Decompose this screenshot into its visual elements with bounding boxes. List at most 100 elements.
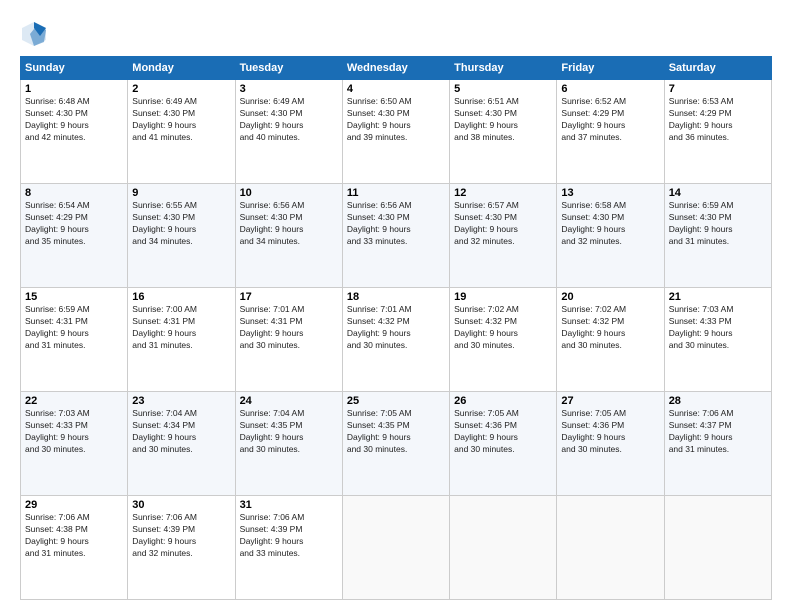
calendar-cell: 24Sunrise: 7:04 AMSunset: 4:35 PMDayligh…	[235, 392, 342, 496]
calendar-cell: 8Sunrise: 6:54 AMSunset: 4:29 PMDaylight…	[21, 184, 128, 288]
day-number: 13	[561, 187, 659, 199]
cell-info: Sunrise: 7:02 AMSunset: 4:32 PMDaylight:…	[454, 304, 519, 350]
calendar-cell: 17Sunrise: 7:01 AMSunset: 4:31 PMDayligh…	[235, 288, 342, 392]
calendar-cell: 19Sunrise: 7:02 AMSunset: 4:32 PMDayligh…	[450, 288, 557, 392]
day-number: 18	[347, 291, 445, 303]
day-number: 17	[240, 291, 338, 303]
calendar-table: SundayMondayTuesdayWednesdayThursdayFrid…	[20, 56, 772, 600]
calendar-cell	[557, 496, 664, 600]
cell-info: Sunrise: 7:04 AMSunset: 4:35 PMDaylight:…	[240, 408, 305, 454]
cell-info: Sunrise: 7:06 AMSunset: 4:39 PMDaylight:…	[240, 512, 305, 558]
day-number: 15	[25, 291, 123, 303]
day-number: 21	[669, 291, 767, 303]
day-number: 12	[454, 187, 552, 199]
day-header-wednesday: Wednesday	[342, 57, 449, 80]
day-number: 1	[25, 83, 123, 95]
calendar-cell: 28Sunrise: 7:06 AMSunset: 4:37 PMDayligh…	[664, 392, 771, 496]
cell-info: Sunrise: 6:54 AMSunset: 4:29 PMDaylight:…	[25, 200, 90, 246]
day-number: 20	[561, 291, 659, 303]
calendar-cell: 13Sunrise: 6:58 AMSunset: 4:30 PMDayligh…	[557, 184, 664, 288]
cell-info: Sunrise: 6:53 AMSunset: 4:29 PMDaylight:…	[669, 96, 734, 142]
calendar-cell: 31Sunrise: 7:06 AMSunset: 4:39 PMDayligh…	[235, 496, 342, 600]
calendar-cell: 9Sunrise: 6:55 AMSunset: 4:30 PMDaylight…	[128, 184, 235, 288]
calendar-cell: 25Sunrise: 7:05 AMSunset: 4:35 PMDayligh…	[342, 392, 449, 496]
cell-info: Sunrise: 7:02 AMSunset: 4:32 PMDaylight:…	[561, 304, 626, 350]
calendar-cell: 27Sunrise: 7:05 AMSunset: 4:36 PMDayligh…	[557, 392, 664, 496]
day-number: 31	[240, 499, 338, 511]
header	[20, 16, 772, 48]
calendar-cell	[342, 496, 449, 600]
day-number: 11	[347, 187, 445, 199]
day-number: 10	[240, 187, 338, 199]
day-number: 3	[240, 83, 338, 95]
day-number: 29	[25, 499, 123, 511]
cell-info: Sunrise: 7:03 AMSunset: 4:33 PMDaylight:…	[25, 408, 90, 454]
logo	[20, 20, 52, 48]
day-number: 9	[132, 187, 230, 199]
calendar-cell: 1Sunrise: 6:48 AMSunset: 4:30 PMDaylight…	[21, 80, 128, 184]
day-number: 25	[347, 395, 445, 407]
day-number: 28	[669, 395, 767, 407]
day-header-thursday: Thursday	[450, 57, 557, 80]
calendar-cell: 26Sunrise: 7:05 AMSunset: 4:36 PMDayligh…	[450, 392, 557, 496]
cell-info: Sunrise: 7:01 AMSunset: 4:31 PMDaylight:…	[240, 304, 305, 350]
day-number: 6	[561, 83, 659, 95]
calendar-cell: 15Sunrise: 6:59 AMSunset: 4:31 PMDayligh…	[21, 288, 128, 392]
calendar-cell: 7Sunrise: 6:53 AMSunset: 4:29 PMDaylight…	[664, 80, 771, 184]
cell-info: Sunrise: 7:06 AMSunset: 4:37 PMDaylight:…	[669, 408, 734, 454]
day-number: 27	[561, 395, 659, 407]
day-header-saturday: Saturday	[664, 57, 771, 80]
calendar-cell: 30Sunrise: 7:06 AMSunset: 4:39 PMDayligh…	[128, 496, 235, 600]
cell-info: Sunrise: 6:56 AMSunset: 4:30 PMDaylight:…	[240, 200, 305, 246]
day-number: 7	[669, 83, 767, 95]
day-number: 14	[669, 187, 767, 199]
calendar-cell: 12Sunrise: 6:57 AMSunset: 4:30 PMDayligh…	[450, 184, 557, 288]
cell-info: Sunrise: 6:50 AMSunset: 4:30 PMDaylight:…	[347, 96, 412, 142]
day-number: 22	[25, 395, 123, 407]
day-number: 16	[132, 291, 230, 303]
calendar-cell	[664, 496, 771, 600]
cell-info: Sunrise: 6:52 AMSunset: 4:29 PMDaylight:…	[561, 96, 626, 142]
cell-info: Sunrise: 7:00 AMSunset: 4:31 PMDaylight:…	[132, 304, 197, 350]
day-number: 8	[25, 187, 123, 199]
calendar-cell: 14Sunrise: 6:59 AMSunset: 4:30 PMDayligh…	[664, 184, 771, 288]
cell-info: Sunrise: 6:51 AMSunset: 4:30 PMDaylight:…	[454, 96, 519, 142]
calendar-cell: 3Sunrise: 6:49 AMSunset: 4:30 PMDaylight…	[235, 80, 342, 184]
cell-info: Sunrise: 7:06 AMSunset: 4:38 PMDaylight:…	[25, 512, 90, 558]
day-header-friday: Friday	[557, 57, 664, 80]
page: SundayMondayTuesdayWednesdayThursdayFrid…	[0, 0, 792, 612]
day-header-sunday: Sunday	[21, 57, 128, 80]
calendar-cell: 6Sunrise: 6:52 AMSunset: 4:29 PMDaylight…	[557, 80, 664, 184]
cell-info: Sunrise: 7:05 AMSunset: 4:36 PMDaylight:…	[561, 408, 626, 454]
calendar-cell: 16Sunrise: 7:00 AMSunset: 4:31 PMDayligh…	[128, 288, 235, 392]
calendar-cell	[450, 496, 557, 600]
cell-info: Sunrise: 6:59 AMSunset: 4:30 PMDaylight:…	[669, 200, 734, 246]
calendar-cell: 5Sunrise: 6:51 AMSunset: 4:30 PMDaylight…	[450, 80, 557, 184]
cell-info: Sunrise: 7:03 AMSunset: 4:33 PMDaylight:…	[669, 304, 734, 350]
calendar-cell: 11Sunrise: 6:56 AMSunset: 4:30 PMDayligh…	[342, 184, 449, 288]
calendar-cell: 18Sunrise: 7:01 AMSunset: 4:32 PMDayligh…	[342, 288, 449, 392]
calendar-cell: 22Sunrise: 7:03 AMSunset: 4:33 PMDayligh…	[21, 392, 128, 496]
calendar-cell: 10Sunrise: 6:56 AMSunset: 4:30 PMDayligh…	[235, 184, 342, 288]
day-header-tuesday: Tuesday	[235, 57, 342, 80]
cell-info: Sunrise: 7:04 AMSunset: 4:34 PMDaylight:…	[132, 408, 197, 454]
day-number: 30	[132, 499, 230, 511]
cell-info: Sunrise: 6:48 AMSunset: 4:30 PMDaylight:…	[25, 96, 90, 142]
calendar-cell: 4Sunrise: 6:50 AMSunset: 4:30 PMDaylight…	[342, 80, 449, 184]
cell-info: Sunrise: 6:56 AMSunset: 4:30 PMDaylight:…	[347, 200, 412, 246]
cell-info: Sunrise: 6:49 AMSunset: 4:30 PMDaylight:…	[132, 96, 197, 142]
calendar-cell: 20Sunrise: 7:02 AMSunset: 4:32 PMDayligh…	[557, 288, 664, 392]
day-number: 2	[132, 83, 230, 95]
cell-info: Sunrise: 6:58 AMSunset: 4:30 PMDaylight:…	[561, 200, 626, 246]
day-header-monday: Monday	[128, 57, 235, 80]
cell-info: Sunrise: 7:01 AMSunset: 4:32 PMDaylight:…	[347, 304, 412, 350]
calendar-cell: 29Sunrise: 7:06 AMSunset: 4:38 PMDayligh…	[21, 496, 128, 600]
cell-info: Sunrise: 6:59 AMSunset: 4:31 PMDaylight:…	[25, 304, 90, 350]
cell-info: Sunrise: 6:49 AMSunset: 4:30 PMDaylight:…	[240, 96, 305, 142]
day-number: 19	[454, 291, 552, 303]
calendar-cell: 21Sunrise: 7:03 AMSunset: 4:33 PMDayligh…	[664, 288, 771, 392]
cell-info: Sunrise: 7:05 AMSunset: 4:36 PMDaylight:…	[454, 408, 519, 454]
cell-info: Sunrise: 6:57 AMSunset: 4:30 PMDaylight:…	[454, 200, 519, 246]
logo-icon	[20, 20, 48, 48]
cell-info: Sunrise: 7:06 AMSunset: 4:39 PMDaylight:…	[132, 512, 197, 558]
